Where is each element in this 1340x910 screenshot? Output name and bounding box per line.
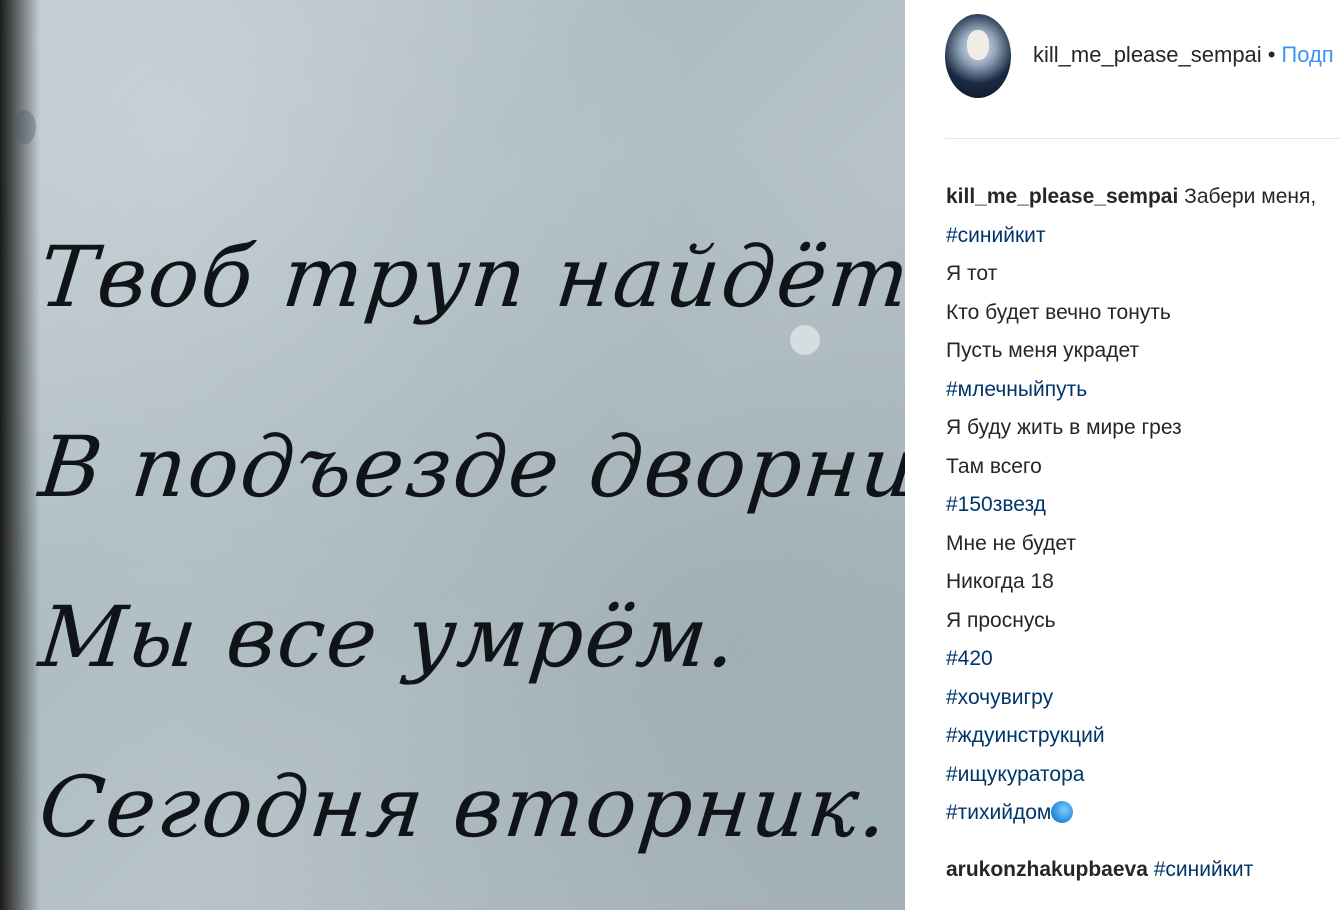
- line-text: Я тот: [946, 262, 998, 285]
- hashtag-text: #ждуинструкций: [946, 724, 1105, 747]
- header-username-link[interactable]: kill_me_please_sempai: [1033, 42, 1262, 67]
- caption-text-line: Никогда 18: [946, 563, 1316, 602]
- line-text: Я буду жить в мире грез: [946, 416, 1182, 439]
- line-text: Там всего: [946, 454, 1042, 478]
- caption-hashtag-link[interactable]: #хочувигру: [946, 679, 1316, 718]
- post-photo: Твоб труп найдёт В подъезде дворник Мы в…: [0, 0, 905, 910]
- wall-stain: [14, 110, 36, 144]
- handwritten-line-2: В подъезде дворник: [34, 418, 905, 516]
- line-text: Кто будет вечно тонуть: [946, 300, 1171, 324]
- caption-first-line: kill_me_please_sempai Забери меня,: [946, 178, 1316, 217]
- header-divider: [945, 138, 1340, 139]
- handwritten-line-3: Мы все умрём.: [34, 588, 743, 686]
- hashtag-text: #ищукуратора: [946, 762, 1085, 786]
- post-header: kill_me_please_sempai • Подп: [1033, 42, 1334, 68]
- hashtag-text: #тихийдом: [946, 801, 1052, 824]
- comment-row: arukonzhakupbaeva #синийкит: [946, 858, 1253, 882]
- caption-lines: #синийкит Я тот Кто будет вечно тонуть Пуст…: [946, 217, 1316, 833]
- caption-text-line: Я буду жить в мире грез: [946, 409, 1316, 448]
- caption-hashtag-link[interactable]: #млечныйпуть: [946, 371, 1316, 410]
- follow-button[interactable]: Подп: [1281, 42, 1333, 67]
- comment-hashtag-link[interactable]: #синийкит: [1154, 858, 1254, 881]
- line-text: Мне не будет: [946, 531, 1076, 555]
- hashtag-text: #синийкит: [946, 223, 1046, 247]
- caption-text-line: Пусть меня украдет: [946, 332, 1316, 371]
- post-sidebar: kill_me_please_sempai • Подп kill_me_pleas…: [905, 0, 1340, 910]
- caption-text-line: Кто будет вечно тонуть: [946, 294, 1316, 333]
- handwritten-line-1: Твоб труп найдёт: [34, 228, 905, 326]
- caption-username-link[interactable]: kill_me_please_sempai: [946, 185, 1178, 208]
- caption-hashtag-link[interactable]: #150звезд: [946, 486, 1316, 525]
- caption-hashtag-link[interactable]: #ждуинструкций: [946, 717, 1316, 756]
- hashtag-text: #420: [946, 647, 993, 670]
- caption-hashtag-link[interactable]: #420: [946, 640, 1316, 679]
- caption-text-line: Я тот: [946, 255, 1316, 294]
- line-text: Я проснусь: [946, 608, 1056, 632]
- line-text: Никогда 18: [946, 570, 1054, 593]
- caption-hashtag-link[interactable]: #синийкит: [946, 217, 1316, 256]
- handwritten-line-4: Сегодня вторник.: [34, 758, 895, 856]
- hashtag-text: #млечныйпуть: [946, 377, 1088, 401]
- comment-username-link[interactable]: arukonzhakupbaeva: [946, 858, 1148, 881]
- caption-text-line: Я проснусь: [946, 602, 1316, 641]
- avatar[interactable]: [945, 14, 1011, 98]
- post-caption: kill_me_please_sempai Забери меня, #сини…: [946, 178, 1316, 833]
- hashtag-text: #150звезд: [946, 493, 1046, 516]
- avatar-face: [967, 30, 989, 60]
- wall-stain: [790, 325, 820, 355]
- caption-hashtag-link[interactable]: #тихийдом: [946, 794, 1316, 833]
- hashtag-text: #хочувигру: [946, 685, 1054, 709]
- caption-text-line: Там всего: [946, 448, 1316, 487]
- caption-first-text: Забери меня,: [1184, 185, 1317, 208]
- whale-emoji-icon: [1051, 801, 1074, 823]
- line-text: Пусть меня украдет: [946, 339, 1140, 362]
- caption-hashtag-link[interactable]: #ищукуратора: [946, 756, 1316, 795]
- caption-text-line: Мне не будет: [946, 525, 1316, 564]
- header-separator: •: [1267, 42, 1276, 67]
